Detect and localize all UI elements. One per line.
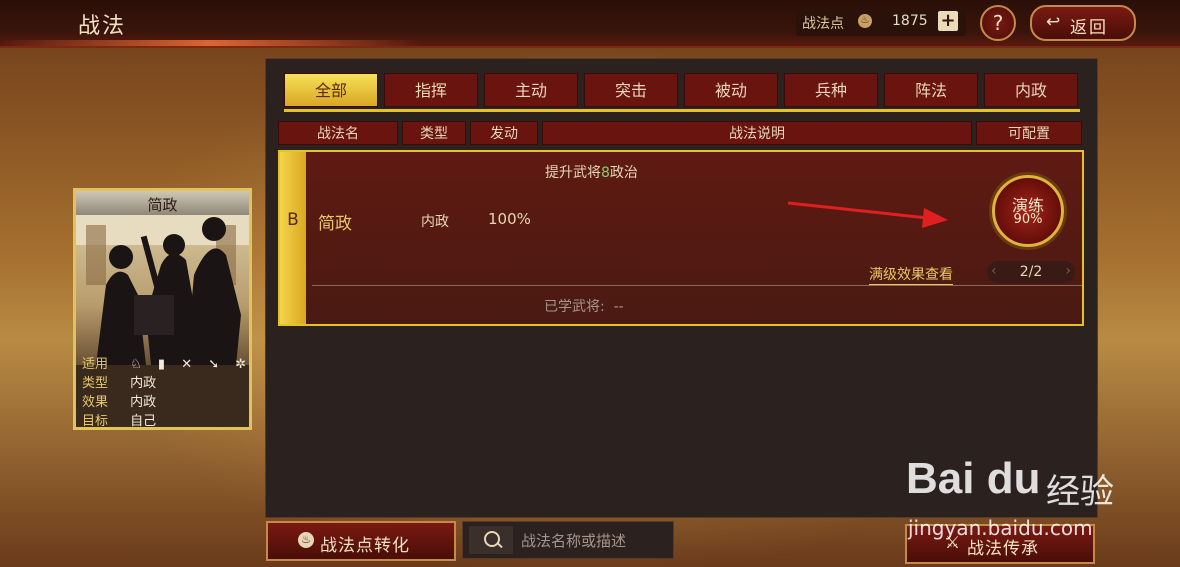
watermark-url: jingyan.baidu.com	[908, 516, 1093, 540]
card-info-row: 类型 内政	[82, 374, 249, 393]
card-name-bar: 简政	[76, 191, 249, 215]
desc-prefix: 提升武将	[545, 165, 601, 181]
search-icon[interactable]	[469, 526, 513, 554]
tactic-row[interactable]: B 提升武将8政治 简政 内政 100% 演练 90% 满级效果查看 ‹ 2/2…	[278, 150, 1084, 326]
column-description: 战法说明	[542, 121, 972, 145]
tab-internal-affairs[interactable]: 内政	[984, 73, 1078, 107]
back-label: 返回	[1070, 18, 1108, 38]
tab-troop-type[interactable]: 兵种	[784, 73, 878, 107]
page-indicator: ‹ 2/2 ›	[987, 261, 1075, 283]
column-name: 战法名	[278, 121, 398, 145]
flame-icon: ♨	[858, 14, 872, 28]
back-button[interactable]: ↩ 返回	[1030, 5, 1136, 41]
points-label: 战法点	[802, 16, 844, 32]
category-tabs: 全部 指挥 主动 突击 被动 兵种 阵法 内政	[284, 73, 1080, 112]
page-number: 2/2	[1019, 264, 1043, 280]
info-value: 内政	[130, 395, 157, 410]
tactic-points-display: 战法点 ♨ 1875 +	[796, 8, 966, 36]
desc-suffix: 政治	[609, 165, 638, 181]
title-glow	[0, 40, 420, 46]
tab-passive[interactable]: 被动	[684, 73, 778, 107]
tactic-type: 内政	[421, 214, 449, 230]
tab-active[interactable]: 主动	[484, 73, 578, 107]
baidu-watermark: Bai du 经验 jingyan.baidu.com	[906, 444, 1176, 544]
row-divider	[312, 285, 1082, 286]
tab-assault[interactable]: 突击	[584, 73, 678, 107]
grade-label: B	[287, 210, 299, 230]
desc-highlight: 8	[601, 165, 610, 181]
practice-percent: 90%	[1013, 212, 1043, 227]
convert-label: 战法点转化	[320, 536, 410, 556]
flame-icon: ♨	[298, 532, 314, 548]
points-value: 1875	[892, 13, 928, 29]
convert-points-button[interactable]: ♨ 战法点转化	[266, 521, 456, 561]
learned-generals: 已学武将: --	[544, 296, 624, 316]
baidu-logo: Bai du	[906, 454, 1041, 503]
card-info-row: 效果 内政	[82, 393, 249, 412]
troop-type-icons: ♘ ▮ ✕ ➘ ✲	[130, 357, 252, 372]
grade-strip: B	[280, 152, 306, 324]
max-level-effect-link[interactable]: 满级效果查看	[869, 264, 953, 285]
tactic-description: 提升武将8政治	[545, 162, 638, 182]
info-value: 自己	[130, 414, 157, 429]
info-key: 目标	[82, 414, 109, 429]
help-button[interactable]: ?	[980, 5, 1016, 41]
card-artwork	[76, 215, 249, 365]
card-name: 简政	[147, 196, 178, 214]
card-info-row: 目标 自己	[82, 412, 249, 429]
return-arrow-icon: ↩	[1046, 12, 1061, 32]
tactic-card: 简政 适用 ♘ ▮ ✕ ➘ ✲ 类型 内政 效果 内政 目标 自己	[73, 188, 252, 430]
search-input[interactable]	[519, 528, 673, 554]
red-arrow-annotation	[788, 201, 948, 228]
practice-button[interactable]: 演练 90%	[992, 175, 1064, 247]
tab-command[interactable]: 指挥	[384, 73, 478, 107]
page-title: 战法	[78, 14, 127, 39]
learned-label: 已学武将:	[544, 299, 605, 315]
card-info: 适用 ♘ ▮ ✕ ➘ ✲ 类型 内政 效果 内政 目标 自己	[82, 355, 252, 429]
search-box	[462, 521, 674, 559]
tab-all[interactable]: 全部	[284, 73, 378, 107]
tab-formation[interactable]: 阵法	[884, 73, 978, 107]
learned-value: --	[613, 299, 624, 315]
column-trigger: 发动	[470, 121, 538, 145]
watermark-jingyan: 经验	[1046, 472, 1114, 512]
column-configurable: 可配置	[976, 121, 1082, 145]
card-info-row: 适用 ♘ ▮ ✕ ➘ ✲	[82, 355, 252, 374]
add-points-button[interactable]: +	[938, 11, 958, 31]
top-bar: 战法 战法点 ♨ 1875 + ? ↩ 返回	[0, 0, 1180, 48]
info-key: 效果	[82, 395, 109, 410]
chevron-right-icon[interactable]: ›	[1065, 263, 1071, 279]
warriors-silhouette-image	[76, 215, 249, 365]
table-header: 战法名 类型 发动 战法说明 可配置	[278, 121, 1084, 145]
column-type: 类型	[402, 121, 466, 145]
info-key: 类型	[82, 376, 109, 391]
tactic-trigger-rate: 100%	[488, 210, 531, 228]
info-key: 适用	[82, 357, 109, 372]
tactic-name: 简政	[318, 214, 352, 234]
info-value: 内政	[130, 376, 157, 391]
